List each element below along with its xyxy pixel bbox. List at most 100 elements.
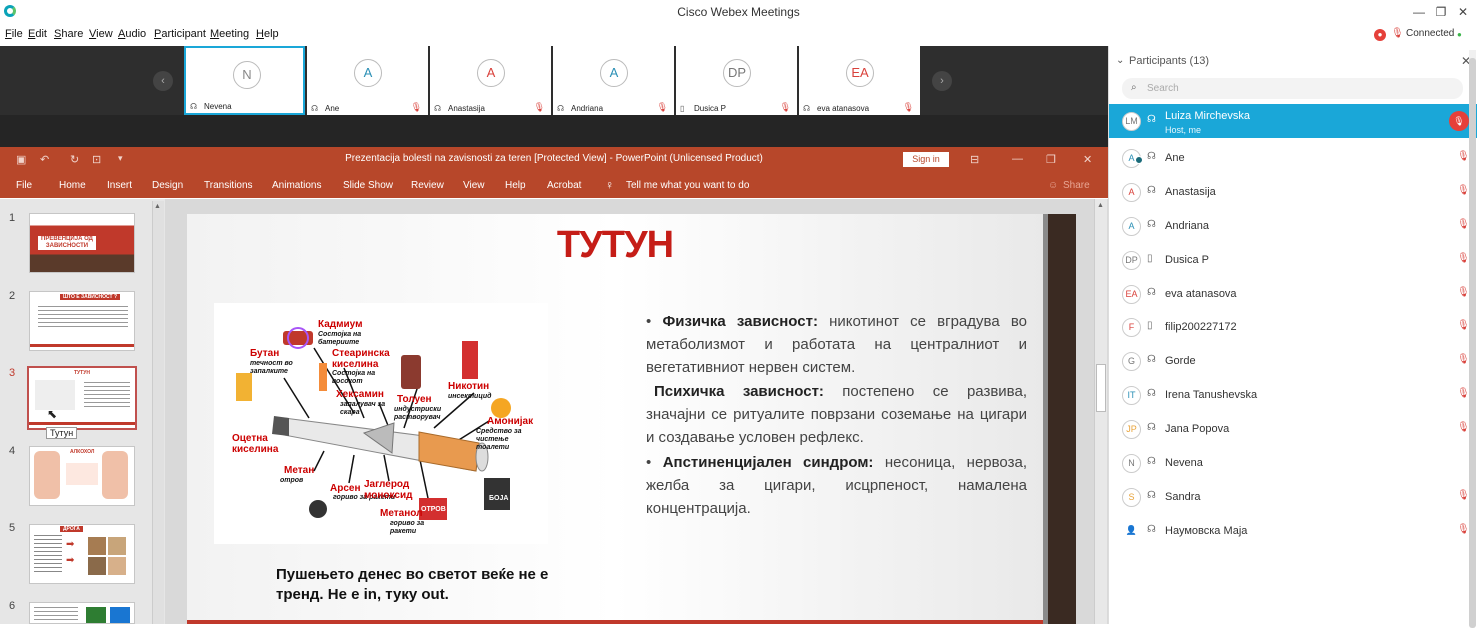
muted-mic-icon[interactable]: 🎙 [1457,524,1470,535]
menu-help[interactable]: Help [256,28,279,40]
scroll-thumb[interactable] [1469,58,1476,628]
slide-number: 6 [9,600,16,612]
participant-row[interactable]: LM ☊ Luiza Mirchevska Host, me 🎙 [1109,104,1477,138]
ribbon-tab-acrobat[interactable]: Acrobat [547,180,581,191]
ppt-restore-icon[interactable]: ❐ [1046,153,1056,166]
muted-mic-icon[interactable]: 🎙 [1457,354,1470,365]
muted-mic-icon[interactable]: 🎙 [1457,490,1470,501]
strip-next-button[interactable]: › [932,71,952,91]
slide-number: 4 [9,445,16,457]
phone-icon: ▯ [680,104,685,113]
ribbon-tab-animations[interactable]: Animations [272,180,321,191]
participant-row[interactable]: A ☊ Andriana 🎙 [1109,209,1477,243]
ribbon-tab-view[interactable]: View [463,180,485,191]
ribbon-tab-insert[interactable]: Insert [107,180,132,191]
share-button[interactable]: Share [1063,180,1090,191]
ppt-minimize-icon[interactable]: — [1012,153,1023,165]
participants-scrollbar[interactable] [1469,50,1476,628]
participant-row[interactable]: JP ☊ Jana Popova 🎙 [1109,412,1477,446]
label-arsenic: Арсен [330,483,361,494]
participant-row[interactable]: 👤 ☊ Наумовска Маја 🎙 [1109,514,1477,548]
bullet-psychological: Психичка зависност: постепено се развива… [646,380,1027,449]
ribbon-tab-review[interactable]: Review [411,180,444,191]
participant-row[interactable]: IT ☊ Irena Tanushevska 🎙 [1109,378,1477,412]
ribbon-tab-transitions[interactable]: Transitions [204,180,253,191]
collapse-chevron-icon[interactable]: ⌄ [1116,55,1124,66]
mute-mic-icon[interactable]: 🎙 [1391,28,1404,39]
ppt-close-icon[interactable]: ✕ [1083,153,1092,166]
video-thumb-eva[interactable]: EA ☊ eva atanasova 🎙 [799,46,920,115]
slide-thumb-6[interactable] [29,602,135,624]
close-button[interactable]: ✕ [1452,3,1474,21]
menu-view[interactable]: View [89,28,113,40]
muted-mic-icon[interactable]: 🎙 [1457,185,1470,196]
video-thumb-anastasija[interactable]: A ☊ Anastasija 🎙 [430,46,551,115]
search-input[interactable]: Search [1147,83,1179,94]
slide-thumb-3[interactable]: ТУТУН [27,366,137,430]
current-slide[interactable]: ТУТУН Кадмиум Состојка на батериите Бута… [187,214,1043,624]
tell-me-box[interactable]: Tell me what you want to do [626,180,749,191]
participant-row[interactable]: S ☊ Sandra 🎙 [1109,480,1477,514]
video-thumb-andriana[interactable]: A ☊ Andriana 🎙 [553,46,674,115]
scroll-thumb[interactable] [1096,364,1106,412]
minimize-button[interactable]: — [1408,3,1430,21]
headset-icon: ☊ [1147,490,1156,501]
presence-dot-icon [1135,156,1143,164]
menu-audio[interactable]: Audio [118,28,146,40]
thumbnail-scrollbar[interactable]: ▲ [152,201,164,624]
slide-thumb-2[interactable]: ШТО Е ЗАВИСНОСТ ? [29,291,135,351]
participant-row[interactable]: DP ▯ Dusica P 🎙 [1109,243,1477,277]
participant-row[interactable]: A ☊ Ane 🎙 [1109,141,1477,175]
slide-number: 3 [9,367,16,379]
ribbon-tab-file[interactable]: File [16,180,32,191]
video-thumb-dusica[interactable]: DP ▯ Dusica P 🎙 [676,46,797,115]
headset-icon: ☊ [1147,185,1156,196]
muted-mic-icon[interactable]: 🎙 [1457,388,1470,399]
muted-mic-icon[interactable]: 🎙 [1457,219,1470,230]
slide-scrollbar[interactable]: ▲ [1094,199,1107,624]
menu-file[interactable]: File [5,28,23,40]
slide-number: 2 [9,290,16,302]
muted-mic-icon[interactable]: 🎙 [1457,151,1470,162]
ribbon-tab-slideshow[interactable]: Slide Show [343,180,393,191]
menu-share[interactable]: Share [54,28,83,40]
slide-thumb-1[interactable]: ПРЕВЕНЦИЈА ОД ЗАВИСНОСТИ [29,213,135,273]
participant-row[interactable]: EA ☊ eva atanasova 🎙 [1109,277,1477,311]
menu-meeting[interactable]: Meeting [210,28,249,40]
avatar: A [600,59,628,87]
ribbon-tab-design[interactable]: Design [152,180,183,191]
muted-mic-icon[interactable]: 🎙 [1457,253,1470,264]
participant-row[interactable]: G ☊ Gorde 🎙 [1109,344,1477,378]
participant-avatar: G [1122,352,1141,371]
slide-thumb-body-left [34,451,60,499]
sub-methane: отров [280,477,304,484]
strip-prev-button[interactable]: ‹ [153,71,173,91]
slide-thumb-5[interactable]: ДРОГА ➡ ➡ [29,524,135,584]
participant-search[interactable]: ⌕ Search [1122,78,1463,99]
participant-avatar: DP [1122,251,1141,270]
slide-thumb-caption: ДРОГА [60,526,83,532]
muted-mic-icon[interactable]: 🎙 [1457,422,1470,433]
video-thumb-nevena[interactable]: N ☊ Nevena [184,46,305,115]
recording-indicator-icon[interactable]: ● [1374,29,1386,41]
menu-edit[interactable]: Edit [28,28,47,40]
muted-mic-icon[interactable]: 🎙 [1457,287,1470,298]
ribbon-tab-home[interactable]: Home [59,180,86,191]
menu-participant[interactable]: Participant [154,28,206,40]
signin-button[interactable]: Sign in [903,152,949,167]
participant-row[interactable]: F ▯ filip200227172 🎙 [1109,310,1477,344]
restore-button[interactable]: ❐ [1430,3,1452,21]
ribbon-display-icon[interactable]: ⊟ [970,153,979,166]
scroll-up-icon[interactable]: ▲ [1097,202,1104,209]
scroll-up-icon[interactable]: ▲ [154,203,161,210]
headset-icon: ☊ [434,104,442,113]
label-methane: Метан [284,465,315,476]
muted-mic-icon[interactable]: 🎙 [1457,320,1470,331]
video-thumb-ane[interactable]: A ☊ Ane 🎙 [307,46,428,115]
ribbon-tab-help[interactable]: Help [505,180,526,191]
slide-thumb-4[interactable]: АЛКОХОЛ [29,446,135,506]
participant-row[interactable]: N ☊ Nevena [1109,446,1477,480]
muted-mic-icon[interactable]: 🎙 [1449,111,1469,131]
participant-row[interactable]: A ☊ Anastasija 🎙 [1109,175,1477,209]
thumb-name: Andriana [571,104,604,113]
